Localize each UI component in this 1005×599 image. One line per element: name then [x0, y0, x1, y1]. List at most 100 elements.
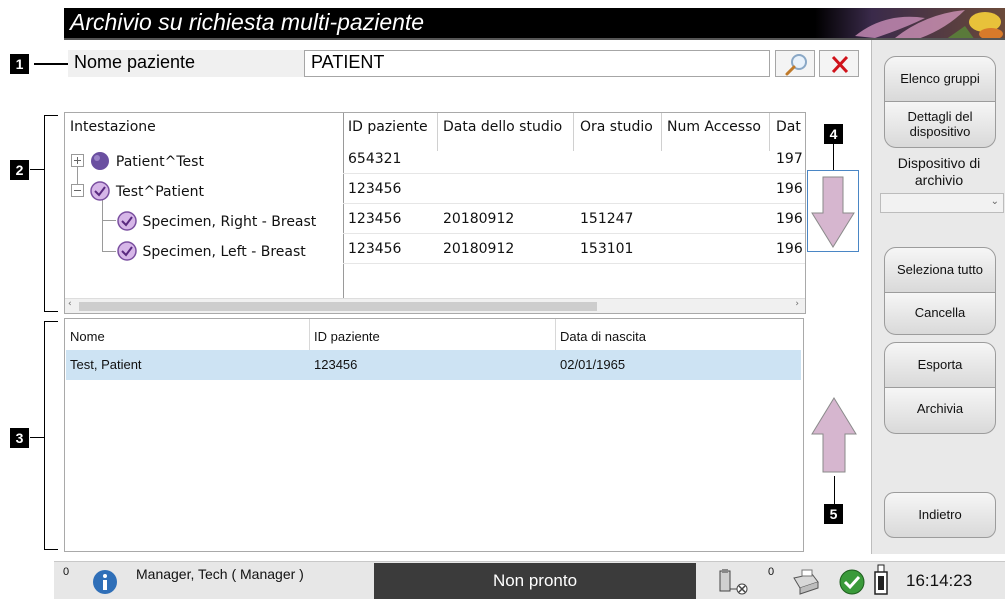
- column-header-id-paziente[interactable]: ID paziente: [348, 119, 428, 135]
- tree-connector: [102, 251, 116, 252]
- tree-row[interactable]: Specimen, Left - Breast: [116, 241, 306, 261]
- move-down-button[interactable]: [807, 170, 859, 252]
- callout-3-line: [30, 437, 45, 438]
- callout-2-badge: 2: [10, 160, 29, 180]
- search-button[interactable]: [775, 50, 815, 77]
- collapse-minus-icon[interactable]: [71, 184, 85, 198]
- column-divider: [437, 113, 438, 151]
- queue-count: 0: [768, 566, 775, 578]
- tree-connector: [102, 197, 103, 252]
- tree-cell-time: 151247: [580, 211, 634, 227]
- notification-count: 0: [63, 566, 70, 578]
- dispositivo-archivio-select[interactable]: ⌄: [880, 193, 1004, 213]
- tree-row[interactable]: Patient^Test: [71, 151, 204, 171]
- esporta-button[interactable]: Esporta: [884, 342, 996, 388]
- dettagli-dispositivo-button[interactable]: Dettagli del dispositivo: [884, 102, 996, 148]
- tree-row-label: Specimen, Right - Breast: [142, 214, 317, 230]
- callout-5-line: [834, 476, 835, 504]
- callout-3-bracket-top: [44, 321, 58, 322]
- seleziona-tutto-button[interactable]: Seleziona tutto: [884, 247, 996, 293]
- callout-4-badge: 4: [824, 124, 843, 144]
- column-header-num-accesso[interactable]: Num Accesso: [667, 119, 761, 135]
- title-bar: Archivio su richiesta multi-paziente: [64, 8, 1005, 40]
- callout-4-line: [833, 144, 834, 170]
- column-divider: [343, 113, 344, 313]
- tree-cell-id: 123456: [348, 181, 402, 197]
- check-circle-icon: [90, 181, 111, 201]
- column-header-dob[interactable]: Dat: [776, 119, 801, 135]
- callout-5-badge: 5: [824, 504, 843, 524]
- tree-cell-dob: 196: [776, 211, 803, 227]
- study-tree-table[interactable]: Intestazione ID paziente Data dello stud…: [64, 112, 806, 314]
- search-input[interactable]: PATIENT: [304, 50, 770, 77]
- expand-plus-icon[interactable]: [71, 154, 85, 168]
- elenco-gruppi-button[interactable]: Elenco gruppi: [884, 56, 996, 102]
- flower-banner-image: [815, 8, 1005, 38]
- tree-connector: [102, 220, 116, 221]
- column-header-id-paziente[interactable]: ID paziente: [314, 329, 380, 344]
- column-header-nome[interactable]: Nome: [70, 329, 105, 344]
- callout-1-badge: 1: [10, 54, 29, 74]
- search-field-select-value: Nome paziente: [74, 52, 196, 72]
- row-divider: [343, 173, 805, 174]
- right-action-panel: Elenco gruppi Dettagli del dispositivo D…: [871, 40, 1005, 554]
- row-divider: [343, 233, 805, 234]
- tree-row[interactable]: Test^Patient: [71, 181, 204, 201]
- move-up-button[interactable]: [808, 394, 860, 476]
- cell-dob: 02/01/1965: [560, 357, 626, 372]
- column-header-intestazione[interactable]: Intestazione: [70, 119, 156, 135]
- clock: 16:14:23: [906, 571, 973, 590]
- network-disconnected-icon[interactable]: [716, 567, 750, 597]
- search-field-select[interactable]: Nome paziente ⌄: [68, 50, 321, 77]
- tree-cell-date: 20180912: [443, 211, 515, 227]
- indietro-button[interactable]: Indietro: [884, 492, 996, 538]
- column-header-data-nascita[interactable]: Data di nascita: [560, 329, 646, 344]
- column-header-data-studio[interactable]: Data dello studio: [443, 119, 562, 135]
- tree-cell-id: 123456: [348, 241, 402, 257]
- scrollbar-thumb[interactable]: [79, 302, 597, 311]
- usb-drive-icon[interactable]: [872, 564, 890, 598]
- current-user[interactable]: Manager, Tech ( Manager ): [136, 566, 304, 582]
- callout-1-line: [34, 63, 68, 65]
- system-state-indicator: Non pronto: [374, 563, 696, 599]
- callout-3-bracket-side: [44, 321, 45, 550]
- info-icon[interactable]: [92, 569, 118, 595]
- callout-3-badge: 3: [10, 428, 29, 448]
- close-icon: [831, 55, 849, 74]
- scroll-right-icon[interactable]: ›: [795, 299, 799, 309]
- chevron-down-icon: ⌄: [990, 196, 999, 207]
- column-divider: [309, 319, 310, 351]
- arrow-down-icon: [811, 176, 855, 248]
- check-circle-icon: [117, 211, 137, 231]
- tree-row-label: Specimen, Left - Breast: [142, 244, 306, 260]
- column-divider: [769, 113, 770, 151]
- printer-icon[interactable]: [790, 568, 822, 596]
- callout-2-bracket-top: [44, 115, 58, 116]
- callout-3-bracket-bottom: [44, 549, 58, 550]
- tree-cell-time: 153101: [580, 241, 634, 257]
- callout-2-bracket-bottom: [44, 311, 58, 312]
- cancella-button[interactable]: Cancella: [884, 293, 996, 335]
- system-ok-icon[interactable]: [838, 568, 866, 596]
- clear-search-button[interactable]: [819, 50, 859, 77]
- scroll-left-icon[interactable]: ‹: [68, 299, 72, 309]
- table-row[interactable]: Test, Patient 123456 02/01/1965: [66, 350, 801, 380]
- horizontal-scrollbar[interactable]: ‹ ›: [65, 298, 805, 313]
- tree-row[interactable]: Specimen, Right - Breast: [116, 211, 316, 231]
- tree-cell-id: 123456: [348, 211, 402, 227]
- arrow-up-icon: [811, 397, 857, 473]
- cell-id: 123456: [314, 357, 358, 372]
- column-divider: [573, 113, 574, 151]
- column-divider: [555, 319, 556, 351]
- column-divider: [661, 113, 662, 151]
- tree-cell-dob: 196: [776, 241, 803, 257]
- column-header-ora-studio[interactable]: Ora studio: [580, 119, 653, 135]
- row-divider: [343, 203, 805, 204]
- tree-cell-dob: 197: [776, 151, 803, 167]
- selected-patients-table[interactable]: Nome ID paziente Data di nascita Test, P…: [64, 318, 804, 552]
- patient-status-icon: [91, 152, 110, 170]
- callout-2-line: [30, 169, 45, 170]
- tree-row-label: Patient^Test: [115, 154, 204, 170]
- dispositivo-archivio-label: Dispositivo di archivio: [897, 155, 981, 188]
- archivia-button[interactable]: Archivia: [884, 388, 996, 434]
